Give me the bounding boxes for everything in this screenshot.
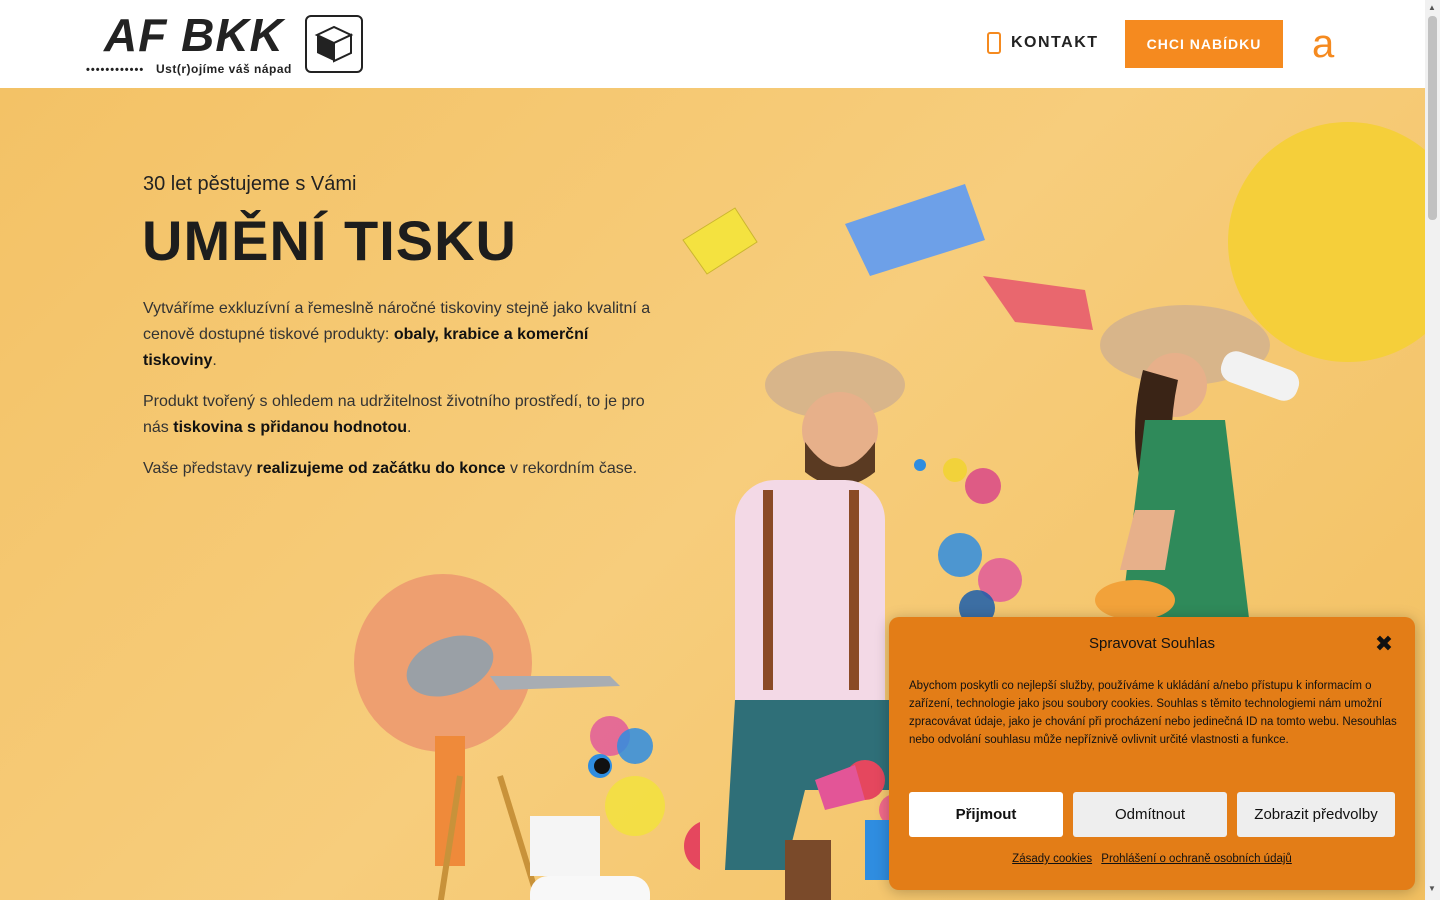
accessibility-icon[interactable]: a [1312, 20, 1334, 68]
privacy-statement-link[interactable]: Prohlášení o ochraně osobních údajů [1101, 853, 1292, 865]
consent-text: Abychom poskytli co nejlepší služby, pou… [909, 680, 1397, 746]
hero-paragraph-3: Vaše představy realizujeme od začátku do… [143, 456, 653, 482]
logo[interactable]: AF BKK •••••••••••• Ust(r)ojíme váš nápa… [86, 9, 366, 76]
ladder-illustration [406, 635, 700, 900]
site-header: AF BKK •••••••••••• Ust(r)ojíme váš nápa… [0, 0, 1425, 88]
contact-label: KONTAKT [1011, 34, 1099, 51]
accept-button[interactable]: Přijmout [909, 792, 1063, 837]
box-icon [305, 15, 363, 73]
hero-title: UMĚNÍ TISKU [142, 209, 517, 272]
hero-paragraph-1: Vytváříme exkluzívní a řemeslně náročné … [143, 296, 653, 374]
hero-paragraph-2: Produkt tvořený s ohledem na udržitelnos… [143, 389, 653, 441]
close-icon[interactable]: ✖ [1373, 633, 1395, 655]
p2-end: . [407, 419, 412, 436]
scroll-down-arrow-icon[interactable]: ▼ [1428, 884, 1436, 893]
request-offer-button[interactable]: CHCI NABÍDKU [1125, 20, 1283, 68]
p3-bold: realizujeme od začátku do konce [256, 460, 506, 477]
page-scrollbar[interactable]: ▲ ▼ [1425, 0, 1440, 900]
p1-end: . [212, 352, 217, 369]
nav-contact-link[interactable]: KONTAKT [987, 32, 1099, 54]
view-preferences-button[interactable]: Zobrazit předvolby [1237, 792, 1395, 837]
cookie-consent-dialog: Spravovat Souhlas ✖ Abychom poskytli co … [889, 617, 1415, 890]
phone-icon [987, 32, 1001, 54]
logo-text: AF BKK [104, 9, 284, 61]
logo-dots: •••••••••••• [86, 64, 145, 76]
p3-text: Vaše představy [143, 460, 257, 477]
cookie-policy-link[interactable]: Zásady cookies [1012, 853, 1092, 865]
scroll-up-arrow-icon[interactable]: ▲ [1428, 3, 1436, 12]
hero-subtitle: 30 let pěstujeme s Vámi [143, 173, 357, 195]
consent-title: Spravovat Souhlas [1089, 635, 1215, 652]
consent-links: Zásady cookies Prohlášení o ochraně osob… [889, 853, 1415, 865]
scroll-thumb[interactable] [1428, 16, 1437, 220]
logo-tagline: Ust(r)ojíme váš nápad [156, 62, 292, 76]
deny-button[interactable]: Odmítnout [1073, 792, 1227, 837]
p2-bold: tiskovina s přidanou hodnotou [173, 419, 408, 436]
p3-end: v rekordním čase. [505, 460, 638, 477]
